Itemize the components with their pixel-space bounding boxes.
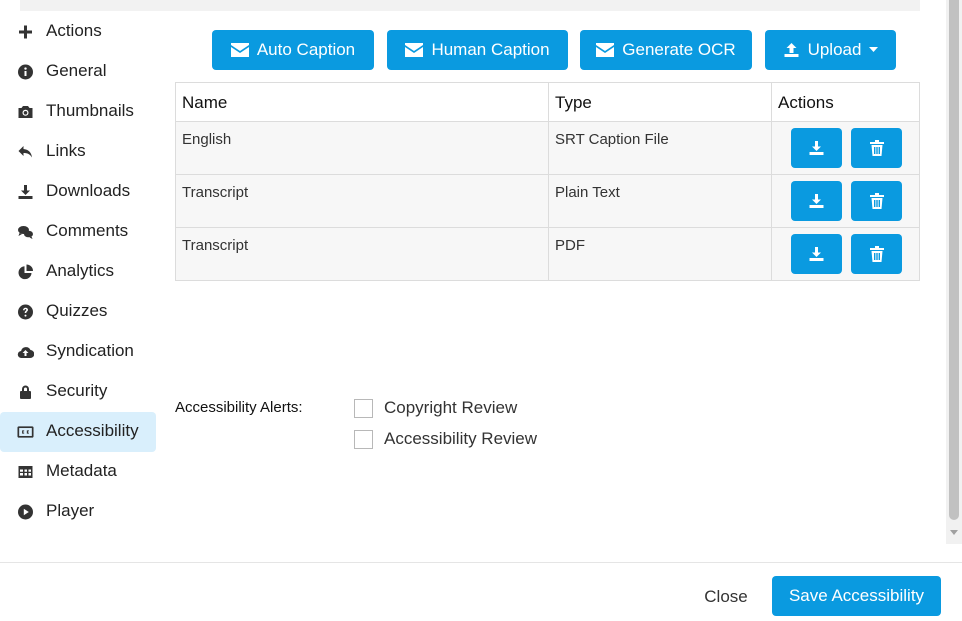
envelope-icon [230, 43, 249, 57]
table-row: Transcript Plain Text [175, 174, 920, 228]
caret-down-icon [869, 47, 879, 52]
question-icon [16, 304, 34, 320]
trash-icon [869, 193, 884, 209]
sidebar-item-label: Actions [46, 21, 102, 40]
delete-file-button[interactable] [851, 181, 902, 221]
copyright-review-checkbox[interactable] [354, 398, 373, 418]
file-type-cell: PDF [548, 227, 772, 281]
table-row: English SRT Caption File [175, 121, 920, 175]
cloud-upload-icon [16, 344, 34, 360]
sidebar-item-thumbnails[interactable]: Thumbnails [0, 92, 156, 132]
sidebar-item-label: General [46, 61, 107, 80]
sidebar-item-general[interactable]: General [0, 52, 156, 92]
sidebar-item-label: Downloads [46, 181, 131, 200]
accessibility-review-label: Accessibility Review [384, 429, 538, 448]
closed-caption-icon [16, 424, 34, 440]
download-icon [16, 184, 34, 200]
column-header-actions: Actions [771, 82, 920, 122]
human-caption-button[interactable]: Human Caption [387, 30, 568, 70]
info-icon [16, 64, 34, 80]
column-header-type: Type [548, 82, 772, 122]
auto-caption-label: Auto Caption [256, 40, 356, 59]
table-row: Transcript PDF [175, 227, 920, 281]
table-icon [16, 464, 34, 480]
lock-icon [16, 384, 34, 400]
sidebar-item-label: Syndication [46, 341, 134, 360]
pie-chart-icon [16, 264, 34, 280]
copyright-review-option[interactable]: Copyright Review [354, 398, 517, 418]
file-name-cell: Transcript [175, 174, 549, 228]
sidebar-item-label: Links [46, 141, 86, 160]
footer-divider [0, 562, 962, 563]
sidebar-item-label: Metadata [46, 461, 117, 480]
sidebar-item-label: Accessibility [46, 421, 139, 440]
delete-file-button[interactable] [851, 234, 902, 274]
sidebar-item-accessibility[interactable]: Accessibility [0, 412, 156, 452]
sidebar-item-label: Quizzes [46, 301, 108, 320]
download-file-button[interactable] [791, 128, 842, 168]
sidebar-item-label: Comments [46, 221, 129, 240]
delete-file-button[interactable] [851, 128, 902, 168]
file-actions-cell [771, 121, 920, 175]
sidebar-item-label: Analytics [46, 261, 115, 280]
envelope-icon [596, 43, 615, 57]
vertical-scrollbar[interactable] [946, 0, 962, 544]
accessibility-review-checkbox[interactable] [354, 429, 373, 449]
accessibility-alerts-label: Accessibility Alerts: [175, 399, 303, 416]
file-name-cell: English [175, 121, 549, 175]
close-button[interactable]: Close [690, 577, 762, 617]
column-header-name: Name [175, 82, 549, 122]
plus-icon [16, 24, 34, 40]
scrollbar-thumb[interactable] [949, 0, 959, 520]
sidebar-item-links[interactable]: Links [0, 132, 156, 172]
sidebar-item-actions[interactable]: Actions [0, 12, 156, 52]
sidebar-item-player[interactable]: Player [0, 492, 156, 532]
download-icon [809, 141, 824, 155]
accessibility-review-option[interactable]: Accessibility Review [354, 429, 537, 449]
download-icon [809, 194, 824, 208]
sidebar-item-label: Player [46, 501, 95, 520]
envelope-icon [405, 43, 424, 57]
file-type-cell: Plain Text [548, 174, 772, 228]
file-actions-cell [771, 174, 920, 228]
trash-icon [869, 246, 884, 262]
download-file-button[interactable] [791, 181, 842, 221]
upload-label: Upload [807, 40, 862, 59]
auto-caption-button[interactable]: Auto Caption [212, 30, 374, 70]
sidebar-item-metadata[interactable]: Metadata [0, 452, 156, 492]
scroll-down-arrow[interactable] [950, 530, 958, 535]
sidebar-item-downloads[interactable]: Downloads [0, 172, 156, 212]
upload-button[interactable]: Upload [765, 30, 896, 70]
file-type-cell: SRT Caption File [548, 121, 772, 175]
top-panel-edge [20, 0, 920, 11]
copyright-review-label: Copyright Review [384, 398, 518, 417]
table-header-row: Name Type Actions [175, 82, 920, 122]
comments-icon [16, 224, 34, 240]
sidebar-item-quizzes[interactable]: Quizzes [0, 292, 156, 332]
human-caption-label: Human Caption [431, 40, 550, 59]
file-name-cell: Transcript [175, 227, 549, 281]
generate-ocr-label: Generate OCR [622, 40, 736, 59]
play-circle-icon [16, 504, 34, 520]
sidebar-item-analytics[interactable]: Analytics [0, 252, 156, 292]
download-icon [809, 247, 824, 261]
sidebar-item-label: Security [46, 381, 108, 400]
file-actions-cell [771, 227, 920, 281]
sidebar-item-security[interactable]: Security [0, 372, 156, 412]
sidebar-item-syndication[interactable]: Syndication [0, 332, 156, 372]
generate-ocr-button[interactable]: Generate OCR [580, 30, 752, 70]
sidebar-item-comments[interactable]: Comments [0, 212, 156, 252]
camera-icon [16, 104, 34, 120]
reply-icon [16, 144, 34, 160]
sidebar-item-label: Thumbnails [46, 101, 134, 120]
caption-files-table: Name Type Actions English SRT Caption Fi… [175, 82, 920, 281]
download-file-button[interactable] [791, 234, 842, 274]
save-accessibility-button[interactable]: Save Accessibility [772, 576, 941, 616]
trash-icon [869, 140, 884, 156]
upload-icon [784, 43, 799, 57]
